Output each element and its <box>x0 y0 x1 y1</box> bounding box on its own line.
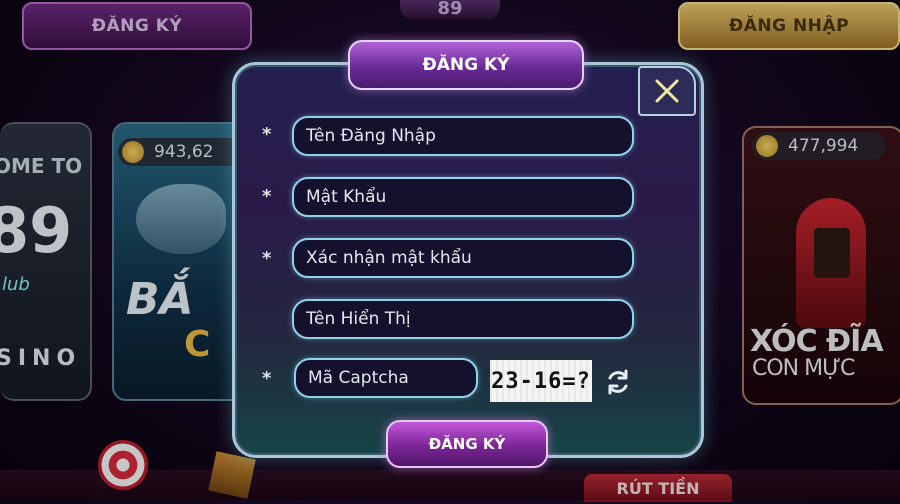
required-mark: * <box>262 248 272 269</box>
register-submit-button[interactable]: ĐĂNG KÝ <box>386 420 548 468</box>
captcha-image: 23-16=? <box>490 360 592 402</box>
username-input[interactable] <box>306 126 632 146</box>
password-input[interactable] <box>306 187 632 207</box>
required-mark: * <box>262 186 272 207</box>
display-name-field[interactable] <box>292 299 634 339</box>
required-mark: * <box>262 368 272 389</box>
username-field[interactable] <box>292 116 634 156</box>
dialog-title: ĐĂNG KÝ <box>348 40 584 90</box>
confirm-password-input[interactable] <box>306 248 632 268</box>
confirm-password-field[interactable] <box>292 238 634 278</box>
captcha-input[interactable] <box>308 368 476 388</box>
close-icon <box>655 79 679 103</box>
display-name-input[interactable] <box>306 309 632 329</box>
password-field[interactable] <box>292 177 634 217</box>
close-button[interactable] <box>638 66 696 116</box>
required-mark: * <box>262 124 272 145</box>
captcha-field[interactable] <box>294 358 478 398</box>
refresh-icon[interactable] <box>604 368 632 396</box>
